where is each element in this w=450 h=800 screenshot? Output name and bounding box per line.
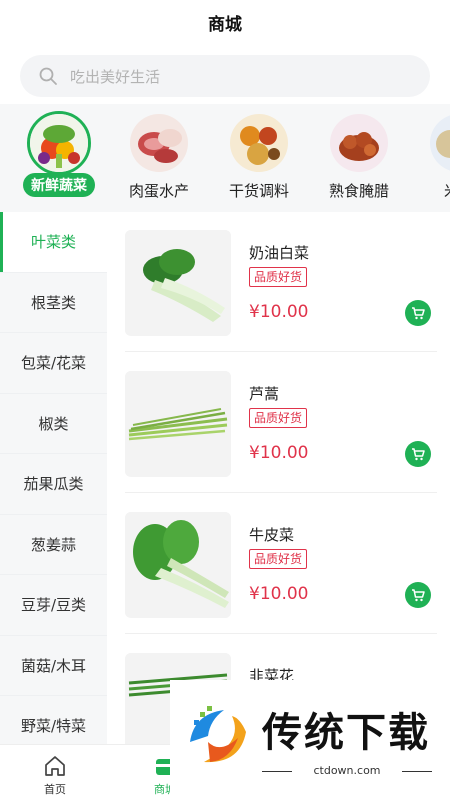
cart-icon: [412, 307, 425, 320]
quality-badge: 品质好货: [249, 408, 308, 428]
sidebar-item-mushroom[interactable]: 菌菇/木耳: [0, 636, 107, 696]
watermark-url: ctdown.com: [262, 764, 432, 777]
product-name: 奶油白菜: [249, 244, 310, 262]
top-bar: 商城: [0, 0, 450, 50]
product-card[interactable]: 奶油白菜 品质好货 ¥10.00: [125, 212, 437, 352]
sidebar-item-root[interactable]: 根茎类: [0, 273, 107, 333]
product-price: ¥10.00: [249, 584, 309, 604]
category-fresh-vegetables[interactable]: 新鲜蔬菜: [19, 111, 99, 197]
quality-badge: 品质好货: [249, 267, 308, 287]
category-rice-noodles[interactable]: 米面: [419, 114, 450, 201]
sidebar-item-leafy[interactable]: 叶菜类: [0, 212, 107, 273]
category-label: 干货调料: [228, 182, 289, 200]
product-image: [125, 512, 231, 618]
watermark-text: 传统下载: [262, 710, 430, 756]
sidebar-item-cabbage[interactable]: 包菜/花菜: [0, 333, 107, 394]
category-label: 米面: [419, 180, 450, 201]
page-title: 商城: [208, 15, 242, 35]
app-root: 商城 吃出美好生活 新鲜蔬菜 肉蛋水产 干货调料 熟食腌腊 叶菜类 根茎类 包菜…: [0, 0, 450, 800]
cart-icon: [412, 589, 425, 602]
deli-image: [330, 114, 388, 172]
category-label: 新鲜蔬菜: [23, 173, 95, 197]
product-name: 牛皮菜: [249, 526, 295, 544]
cart-icon: [412, 448, 425, 461]
divider: [125, 351, 437, 352]
quality-badge: 品质好货: [249, 549, 308, 569]
home-icon: [45, 756, 65, 776]
add-to-cart-button[interactable]: [405, 441, 431, 467]
sidebar-item-onion-garlic[interactable]: 葱姜蒜: [0, 515, 107, 575]
watermark-logo: [190, 706, 246, 763]
product-price: ¥10.00: [249, 443, 309, 463]
product-image: [125, 230, 231, 336]
product-name: 芦蒿: [249, 385, 280, 403]
category-label: 熟食腌腊: [328, 182, 389, 200]
divider: [125, 633, 437, 634]
meat-image: [130, 114, 188, 172]
product-card[interactable]: 牛皮菜 品质好货 ¥10.00: [125, 494, 437, 634]
spices-image: [230, 114, 288, 172]
sidebar-item-pepper[interactable]: 椒类: [0, 394, 107, 454]
watermark: 传统下载 ctdown.com: [170, 680, 450, 800]
divider: [125, 492, 437, 493]
sidebar-item-sprouts[interactable]: 豆芽/豆类: [0, 575, 107, 636]
rice-image: [430, 114, 450, 172]
tab-home[interactable]: 首页: [10, 753, 100, 797]
vegetables-image: [27, 111, 91, 175]
add-to-cart-button[interactable]: [405, 300, 431, 326]
sidebar: 叶菜类 根茎类 包菜/花菜 椒类 茄果瓜类 葱姜蒜 豆芽/豆类 菌菇/木耳 野菜…: [0, 212, 107, 757]
product-card[interactable]: 芦蒿 品质好货 ¥10.00: [125, 353, 437, 493]
product-price: ¥10.00: [249, 302, 309, 322]
category-dry-goods-seasoning[interactable]: 干货调料: [219, 114, 299, 201]
search-placeholder: 吃出美好生活: [70, 67, 161, 86]
search-icon: [39, 67, 57, 85]
search-input[interactable]: 吃出美好生活: [20, 55, 430, 97]
category-deli-cured[interactable]: 熟食腌腊: [319, 114, 399, 201]
category-strip: 新鲜蔬菜 肉蛋水产 干货调料 熟食腌腊: [0, 104, 450, 212]
category-meat-eggs-seafood[interactable]: 肉蛋水产: [119, 114, 199, 201]
product-image: [125, 371, 231, 477]
category-label: 肉蛋水产: [128, 182, 189, 200]
product-list: 奶油白菜 品质好货 ¥10.00 芦蒿 品质好货 ¥10.00 牛皮菜 品质好货…: [107, 212, 450, 744]
add-to-cart-button[interactable]: [405, 582, 431, 608]
sidebar-item-fruit-veg[interactable]: 茄果瓜类: [0, 454, 107, 515]
tab-label: 首页: [44, 783, 66, 796]
